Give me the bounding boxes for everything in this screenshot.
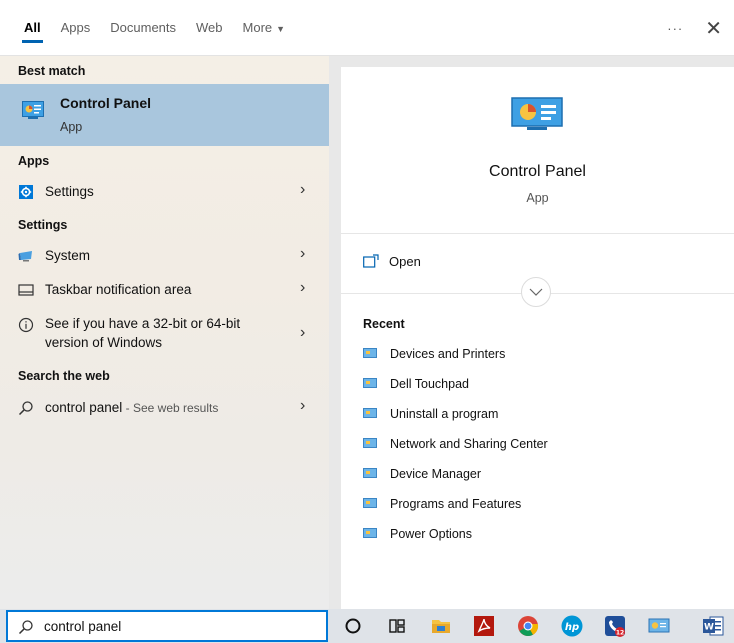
results-pane: Best match Control Panel App Apps Settin… [0, 56, 329, 609]
more-options-button[interactable]: ··· [667, 21, 683, 36]
recent-label: Dell Touchpad [390, 377, 469, 391]
recent-label: Power Options [390, 527, 472, 541]
result-label: Taskbar notification area [45, 282, 192, 297]
top-actions: ··· ✕ [667, 0, 722, 56]
search-icon [18, 620, 33, 635]
control-panel-icon[interactable] [647, 614, 671, 638]
recent-label: Device Manager [390, 467, 482, 481]
open-icon [363, 254, 379, 268]
result-32-or-64-bit[interactable]: See if you have a 32-bit or 64-bit versio… [0, 310, 329, 354]
best-match-control-panel[interactable]: Control Panel App [0, 84, 329, 146]
divider [341, 233, 734, 234]
control-panel-icon [363, 378, 377, 388]
tab-label: Documents [110, 20, 177, 35]
result-label-line: See if you have a 32-bit or 64-bit [45, 316, 241, 331]
tab-label: More [242, 20, 273, 35]
chevron-right-icon[interactable]: › [300, 245, 305, 263]
caret-down-icon: ▼ [276, 24, 286, 34]
preview-pane: Control Panel App Open Recent Devices an… [341, 67, 734, 609]
taskbar-search-box[interactable]: control panel [6, 610, 328, 642]
chevron-right-icon[interactable]: › [300, 397, 305, 415]
web-results-hint: - See web results [122, 401, 219, 415]
svg-text:hp: hp [565, 622, 579, 633]
result-label: System [45, 248, 91, 263]
control-panel-icon [363, 438, 377, 448]
result-settings[interactable]: Settings › [0, 177, 329, 207]
chevron-right-icon[interactable]: › [300, 279, 305, 297]
tab-label: All [24, 20, 41, 35]
search-web-header: Search the web [18, 369, 110, 383]
recent-label: Devices and Printers [390, 347, 506, 361]
close-button[interactable]: ✕ [705, 16, 722, 41]
apps-header: Apps [18, 154, 50, 168]
control-panel-icon [363, 408, 377, 418]
control-panel-icon [511, 97, 563, 130]
file-explorer-icon[interactable] [429, 614, 453, 638]
tab-all[interactable]: All [14, 0, 51, 56]
recent-label: Network and Sharing Center [390, 437, 548, 451]
best-match-header: Best match [18, 64, 86, 78]
control-panel-icon [22, 101, 44, 119]
svg-text:W: W [704, 623, 714, 633]
chevron-right-icon[interactable]: › [300, 324, 305, 342]
result-label: See if you have a 32-bit or 64-bit versio… [45, 314, 240, 352]
preview-title: Control Panel [489, 163, 586, 180]
expand-button[interactable] [521, 277, 551, 307]
chevron-down-icon [529, 288, 543, 296]
result-taskbar-notification-area[interactable]: Taskbar notification area › [0, 275, 329, 305]
control-panel-icon [363, 498, 377, 508]
tab-more[interactable]: More ▼ [233, 0, 296, 56]
search-tab-bar: All Apps Documents Web More ▼ ··· ✕ [0, 0, 734, 56]
recent-label: Uninstall a program [390, 407, 499, 421]
tab-label: Web [196, 20, 223, 35]
result-label: Settings [45, 184, 94, 199]
tab-documents[interactable]: Documents [100, 0, 186, 56]
hp-icon[interactable]: hp [560, 614, 584, 638]
tab-web[interactable]: Web [186, 0, 233, 56]
task-view-icon[interactable] [385, 614, 409, 638]
recent-header: Recent [363, 317, 405, 331]
notification-badge: 12 [616, 630, 624, 637]
chrome-icon[interactable] [516, 614, 540, 638]
settings-header: Settings [18, 218, 68, 232]
control-panel-icon [363, 468, 377, 478]
tab-apps[interactable]: Apps [51, 0, 101, 56]
search-input-value: control panel [44, 619, 122, 634]
search-tabs: All Apps Documents Web More ▼ [14, 0, 295, 56]
web-query: control panel [45, 400, 123, 415]
taskbar: control panel hp 12 W [0, 609, 734, 643]
info-icon [18, 317, 34, 333]
control-panel-icon [363, 348, 377, 358]
system-icon [18, 251, 32, 262]
cortana-icon[interactable] [341, 614, 365, 638]
phone-icon[interactable]: 12 [603, 614, 627, 638]
best-match-subtitle: App [60, 120, 83, 134]
search-icon [18, 401, 33, 416]
best-match-title: Control Panel [60, 95, 152, 111]
open-label: Open [389, 254, 421, 269]
result-label: control panel - See web results [45, 400, 218, 415]
tab-label: Apps [60, 20, 91, 35]
settings-gear-icon [19, 185, 33, 199]
chevron-right-icon[interactable]: › [300, 181, 305, 199]
taskbar-icon [18, 284, 34, 296]
preview-subtitle: App [526, 191, 549, 205]
acrobat-icon[interactable] [472, 614, 496, 638]
result-web-search[interactable]: control panel - See web results › [0, 393, 329, 423]
result-label-line: version of Windows [45, 335, 163, 350]
result-system[interactable]: System › [0, 241, 329, 271]
recent-label: Programs and Features [390, 497, 522, 511]
word-icon[interactable]: W [701, 614, 725, 638]
control-panel-icon [363, 528, 377, 538]
